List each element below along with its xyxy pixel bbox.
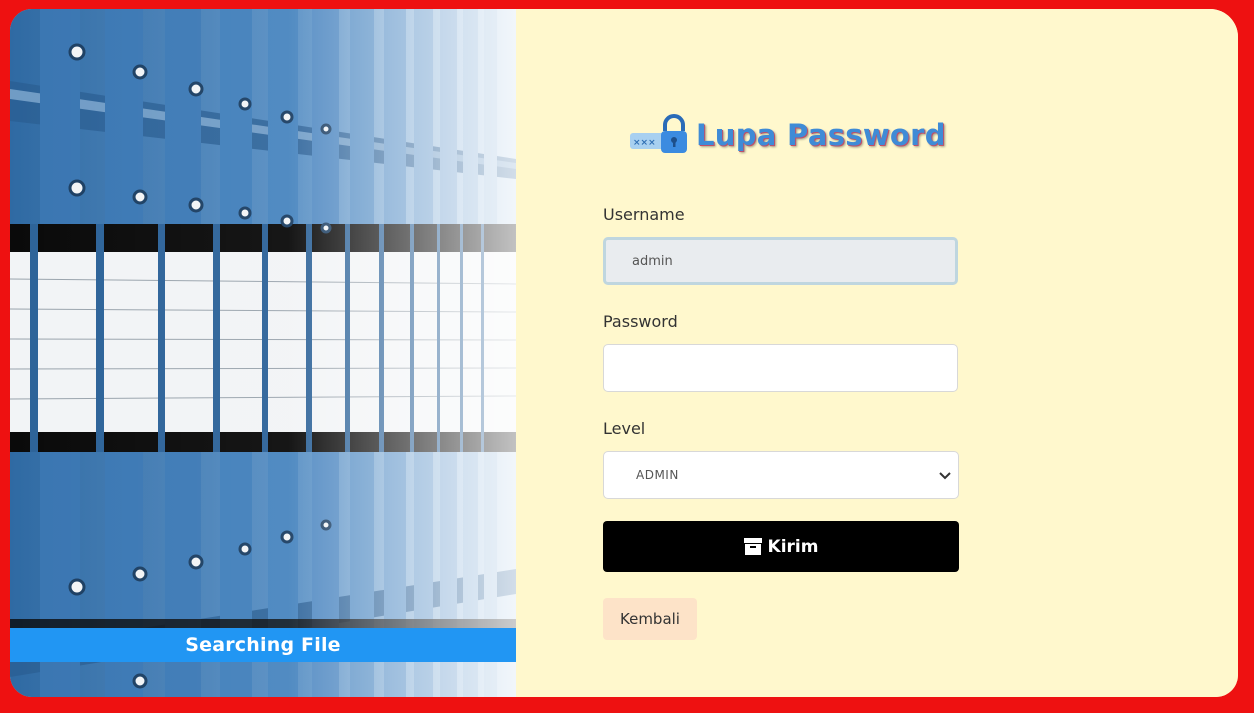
login-card: Searching File ××× Lupa Password Usernam… [10,9,1238,697]
submit-label: Kirim [767,536,819,557]
password-lock-icon: ××× [630,114,687,153]
password-field[interactable] [603,344,958,392]
submit-button[interactable]: Kirim [603,521,959,572]
archive-box-icon [743,538,762,555]
svg-text:×××: ××× [633,138,656,148]
caption-bar: Searching File [10,628,516,662]
file-cabinet-binders-photo [10,9,516,697]
chevron-down-icon [939,472,951,480]
page-title: Lupa Password [696,118,946,152]
level-selected-value: ADMIN [636,468,679,482]
photo-panel: Searching File [10,9,516,697]
username-field[interactable] [603,237,958,285]
back-button[interactable]: Kembali [603,598,697,640]
level-select[interactable]: ADMIN [603,451,959,499]
title-row: ××× Lupa Password [628,113,946,157]
back-label: Kembali [620,610,680,628]
form-panel: ××× Lupa Password Username Password Leve… [516,9,1238,697]
username-label: Username [603,205,685,224]
level-label: Level [603,419,646,438]
password-label: Password [603,312,678,331]
caption-text: Searching File [185,634,341,656]
